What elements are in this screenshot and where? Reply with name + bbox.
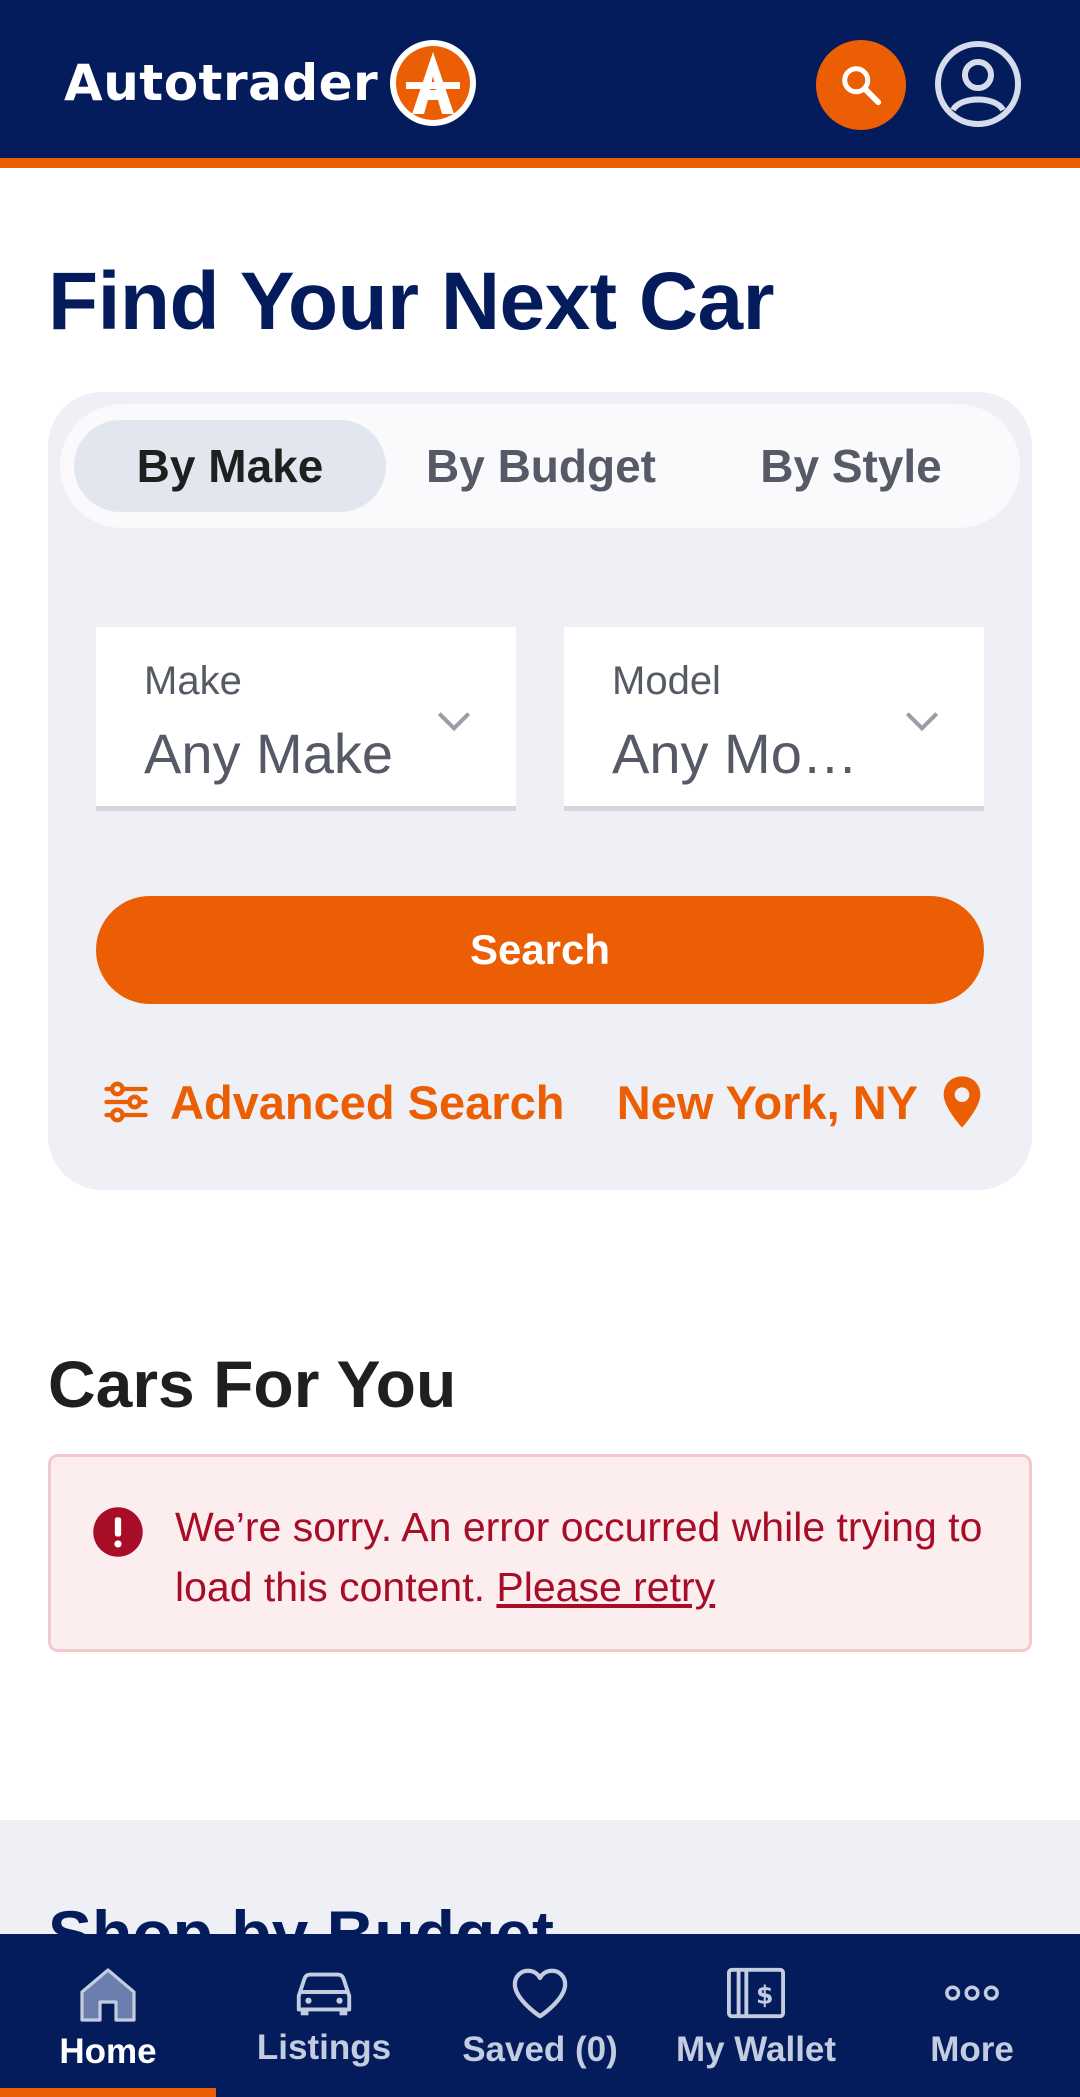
tab-by-make[interactable]: By Make [74,420,386,512]
search-icon [842,66,882,106]
heart-icon [512,1968,568,2019]
nav-home[interactable]: Home [0,1934,216,2097]
nav-my-wallet[interactable]: $ My Wallet [648,1934,864,2097]
nav-home-label: Home [59,2032,157,2071]
autotrader-logo[interactable]: Autotrader [64,38,478,128]
more-dots-icon [945,1985,999,2001]
error-alert: We’re sorry. An error occurred while try… [48,1454,1032,1652]
account-button[interactable] [934,40,1022,128]
logo-mark-icon [390,40,477,126]
location-pin-icon [943,1076,981,1128]
nav-my-wallet-label: My Wallet [675,2030,837,2069]
advanced-search-label: Advanced Search [170,1075,565,1129]
home-icon [80,1968,136,2022]
search-mode-tabs: By Make By Budget By Style [60,404,1020,528]
model-select[interactable]: Model Any Mo… [564,627,984,811]
account-icon [935,41,1021,127]
nav-saved[interactable]: Saved (0) [432,1934,648,2097]
make-select[interactable]: Make Any Make [96,627,516,811]
make-value: Any Make [144,722,393,785]
app-screen: Autotrader Find Your Next Car By Make By… [0,0,1080,2097]
header-search-button[interactable] [816,40,906,130]
location-label: New York, NY [616,1075,918,1129]
make-label: Make [144,659,242,703]
page-title: Find Your Next Car [48,256,775,347]
error-message: We’re sorry. An error occurred while try… [175,1497,995,1617]
nav-more-label: More [930,2030,1014,2069]
cars-for-you-title: Cars For You [48,1347,457,1421]
model-label: Model [612,659,721,703]
advanced-search-link[interactable]: Advanced Search [100,1064,564,1140]
nav-listings-label: Listings [256,2028,392,2067]
svg-text:$: $ [756,1981,773,2010]
retry-link[interactable]: Please retry [496,1564,715,1610]
chevron-down-icon [905,712,939,732]
sliders-icon [104,1081,148,1123]
search-panel: By Make By Budget By Style Make Any Make… [48,392,1032,1190]
nav-saved-label: Saved (0) [462,2030,618,2069]
bottom-navigation: Home Listings Saved (0) $ My Wallet More [0,1934,1080,2097]
logo-text: Autotrader [64,54,379,112]
top-header: Autotrader [0,0,1080,168]
location-link[interactable]: New York, NY [617,1064,984,1140]
nav-listings[interactable]: Listings [216,1934,432,2097]
search-button[interactable]: Search [96,896,984,1004]
car-icon [296,1972,352,2016]
error-icon [93,1507,143,1557]
model-value: Any Mo… [612,722,858,785]
chevron-down-icon [437,712,471,732]
tab-by-style[interactable]: By Style [696,420,1006,512]
wallet-icon: $ [727,1967,785,2019]
nav-more[interactable]: More [864,1934,1080,2097]
tab-by-budget[interactable]: By Budget [386,420,696,512]
